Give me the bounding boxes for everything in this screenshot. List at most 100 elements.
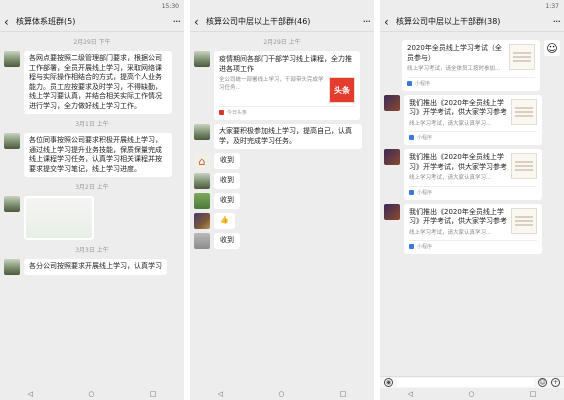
cartoon-avatar-icon: ☺	[546, 41, 558, 55]
card-source-label: 小程序	[415, 80, 431, 87]
avatar[interactable]: ⌂	[194, 153, 210, 169]
avatar[interactable]	[194, 233, 210, 249]
avatar[interactable]	[4, 196, 20, 212]
message: 我们推出《2020年全员线上学习》开学考试，供大家学习参考 线上学习考试，请大家…	[384, 149, 560, 200]
message: 收到	[194, 173, 370, 189]
nav-recent-icon[interactable]: □	[530, 390, 537, 398]
message-list[interactable]: ☺ 2020年全员线上学习考试（全员参与） 线上学习考试，请全体员工按时参加..…	[380, 32, 564, 374]
link-card[interactable]: 疫情期间各部门干部学习线上课程，全力推进各项工作 全公司统一部署线上学习，干部带…	[214, 51, 360, 120]
chat-header: ‹ 核算公司中层以上干部群(46) ···	[190, 12, 374, 32]
plus-icon[interactable]: +	[551, 378, 560, 387]
card-description: 线上学习考试，请大家认真学习...	[409, 120, 492, 127]
status-time: 15:30	[161, 2, 179, 10]
message-bubble[interactable]: 收到	[214, 153, 240, 169]
card-thumbnail	[511, 153, 537, 179]
nav-recent-icon[interactable]: □	[150, 390, 157, 398]
message-bubble[interactable]: 收到	[214, 193, 240, 209]
message-input[interactable]	[397, 378, 534, 387]
message-bubble[interactable]: 各位同事按照公司要求积极开展线上学习，通过线上学习提升业务技能，保质保量完成线上…	[24, 133, 172, 177]
nav-recent-icon[interactable]: □	[340, 390, 347, 398]
message-bubble[interactable]: 收到	[214, 233, 240, 249]
chat-screen-1: 15:30 ‹ 核算体系班群(5) ··· 2月29日 下午 各网点要按照二级管…	[0, 0, 184, 400]
message-bubble[interactable]: 各分公司按照要求开展线上学习，认真学习	[24, 259, 167, 275]
mini-program-card[interactable]: 我们推出《2020年全员线上学习》开学考试，供大家学习参考 线上学习考试，请大家…	[404, 149, 542, 200]
card-source: 小程序	[407, 76, 535, 87]
message-bubble[interactable]: 各网点要按照二级管理部门要求，根据公司工作部署，全员开展线上学习，采取网络课程与…	[24, 51, 172, 114]
card-title: 2020年全员线上学习考试（全员参与）	[407, 44, 502, 62]
back-arrow-icon[interactable]: ‹	[4, 15, 16, 29]
avatar[interactable]	[194, 193, 210, 209]
avatar[interactable]	[4, 259, 20, 275]
card-source: 小程序	[409, 185, 537, 196]
chat-screen-3: 1:37 ‹ 核算公司中层以上干部群(38) ··· ☺ 2020年全员线上学习…	[380, 0, 564, 400]
nav-back-icon[interactable]: ◁	[408, 390, 413, 398]
message-list[interactable]: 2月29日 上午 疫情期间各部门干部学习线上课程，全力推进各项工作 全公司统一部…	[190, 32, 374, 378]
chat-title: 核算体系班群(5)	[16, 17, 76, 26]
card-source-label: 小程序	[417, 189, 433, 196]
message: 各网点要按照二级管理部门要求，根据公司工作部署，全员开展线上学习，采取网络课程与…	[4, 51, 180, 114]
message: 疫情期间各部门干部学习线上课程，全力推进各项工作 全公司统一部署线上学习，干部带…	[194, 51, 370, 120]
nav-back-icon[interactable]: ◁	[218, 390, 223, 398]
card-description: 全公司统一部署线上学习，干部带头完成学习任务...	[219, 77, 324, 91]
timestamp: 2月29日 上午	[263, 39, 301, 46]
message: 收到	[194, 193, 370, 209]
emoji-icon[interactable]: ☺	[538, 378, 547, 387]
avatar[interactable]	[194, 213, 210, 229]
message-bubble[interactable]: 👍	[214, 213, 235, 229]
more-options-icon[interactable]: ···	[553, 15, 561, 28]
card-source: 今日头条	[219, 106, 355, 116]
system-nav-bar: ◁ ○ □	[190, 388, 374, 400]
card-source: 小程序	[409, 131, 537, 141]
mini-program-card[interactable]: 我们推出《2020年全员线上学习》开学考试，供大家学习参考 线上学习考试，请大家…	[404, 94, 542, 145]
message: 各分公司按照要求开展线上学习，认真学习	[4, 259, 180, 275]
system-nav-bar: ◁ ○ □	[0, 388, 184, 400]
input-bar: ◉ ☺ +	[380, 376, 564, 388]
avatar[interactable]	[384, 94, 400, 111]
message-bubble[interactable]: 大家要积极参加线上学习，提高自己，认真学，及时完成学习任务。	[214, 124, 362, 149]
avatar[interactable]	[194, 51, 210, 67]
nav-home-icon[interactable]: ○	[468, 390, 474, 398]
message	[4, 196, 180, 240]
message: ⌂ 收到	[194, 153, 370, 169]
message: 收到	[194, 233, 370, 249]
mini-program-icon	[409, 189, 414, 195]
avatar[interactable]	[384, 203, 400, 220]
nav-back-icon[interactable]: ◁	[28, 390, 33, 398]
image-message[interactable]	[24, 196, 94, 240]
card-source-label: 小程序	[417, 244, 433, 250]
message: 我们推出《2020年全员线上学习》开学考试，供大家学习参考 线上学习考试，请大家…	[384, 203, 560, 254]
nav-home-icon[interactable]: ○	[278, 390, 284, 398]
message: 👍	[194, 213, 370, 229]
back-arrow-icon[interactable]: ‹	[194, 15, 206, 29]
avatar[interactable]: ☺	[544, 40, 560, 56]
card-thumbnail	[509, 44, 535, 70]
chat-screen-2: ‹ 核算公司中层以上干部群(46) ··· 2月29日 上午 疫情期间各部门干部…	[190, 0, 374, 400]
avatar[interactable]	[194, 124, 210, 140]
mini-program-card[interactable]: 我们推出《2020年全员线上学习》开学考试，供大家学习参考 线上学习考试，请大家…	[404, 203, 542, 254]
card-title: 疫情期间各部门干部学习线上课程，全力推进各项工作	[219, 55, 352, 73]
message: 大家要积极参加线上学习，提高自己，认真学，及时完成学习任务。	[194, 124, 370, 149]
avatar[interactable]	[4, 133, 20, 149]
card-thumbnail: 头条	[329, 77, 355, 103]
more-options-icon[interactable]: ···	[173, 15, 181, 28]
mini-program-card[interactable]: 2020年全员线上学习考试（全员参与） 线上学习考试，请全体员工按时参加... …	[402, 40, 540, 91]
card-description: 线上学习考试，请大家认真学习...	[409, 175, 492, 181]
nav-home-icon[interactable]: ○	[88, 390, 94, 398]
voice-icon[interactable]: ◉	[384, 378, 393, 387]
avatar[interactable]	[194, 173, 210, 189]
card-description: 线上学习考试，请大家认真学习...	[409, 229, 492, 236]
message-bubble[interactable]: 收到	[214, 173, 240, 189]
image-thumbnail	[26, 198, 92, 238]
status-bar: 15:30	[0, 0, 184, 12]
mini-program-icon	[407, 80, 412, 86]
back-arrow-icon[interactable]: ‹	[384, 15, 396, 29]
message-list[interactable]: 2月29日 下午 各网点要按照二级管理部门要求，根据公司工作部署，全员开展线上学…	[0, 32, 184, 378]
avatar[interactable]	[4, 51, 20, 67]
avatar[interactable]	[384, 149, 400, 165]
more-options-icon[interactable]: ···	[363, 15, 371, 28]
mini-program-icon	[409, 135, 414, 140]
card-title: 我们推出《2020年全员线上学习》开学考试，供大家学习参考	[409, 98, 507, 117]
message: 我们推出《2020年全员线上学习》开学考试，供大家学习参考 线上学习考试，请大家…	[384, 94, 560, 145]
mini-program-icon	[409, 244, 414, 249]
card-description: 线上学习考试，请全体员工按时参加...	[407, 66, 501, 72]
